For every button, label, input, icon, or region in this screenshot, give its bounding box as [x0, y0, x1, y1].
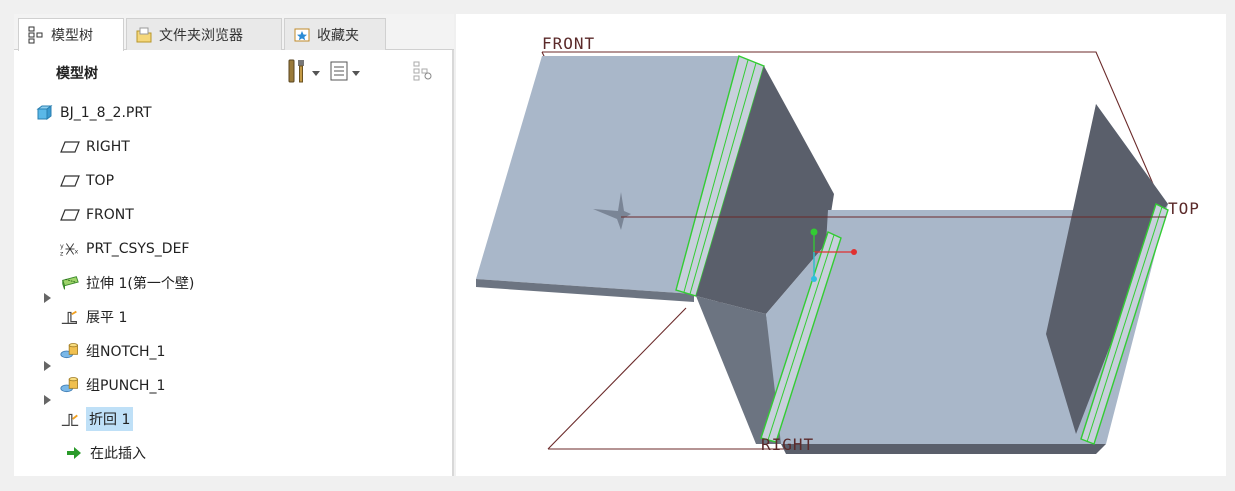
- tree-item-label: 折回 1: [86, 407, 134, 431]
- tree-item-label: 组PUNCH_1: [86, 378, 166, 394]
- tree-item-label: 展平 1: [86, 310, 128, 326]
- tree-title: 模型树: [56, 66, 98, 82]
- tree-item-label: RIGHT: [86, 139, 130, 155]
- tree-item-insert-here[interactable]: 在此插入: [64, 438, 146, 468]
- tree-filter-icon: [412, 60, 434, 86]
- favorites-icon: [293, 26, 311, 44]
- tree-item-csys[interactable]: yz x PRT_CSYS_DEF: [60, 234, 189, 264]
- tree-item-label: TOP: [86, 173, 115, 189]
- datum-label-top[interactable]: TOP: [1168, 199, 1200, 218]
- svg-text:y: y: [60, 243, 64, 250]
- tree-item-label: BJ_1_8_2.PRT: [60, 105, 152, 121]
- datum-label-right[interactable]: RIGHT: [761, 435, 814, 454]
- tree-item-label: 组NOTCH_1: [86, 344, 166, 360]
- graphics-viewport[interactable]: FRONT TOP RIGHT: [456, 14, 1226, 476]
- tree-header: 模型树: [14, 51, 454, 95]
- model-3d-view: [476, 51, 1169, 454]
- tree-item-extrude-wall[interactable]: 拉伸 1(第一个壁): [60, 268, 194, 298]
- chevron-down-icon: [312, 70, 320, 76]
- bottom-lip: [781, 444, 1106, 454]
- tree-item-label: 在此插入: [90, 446, 146, 462]
- svg-text:z: z: [60, 250, 64, 257]
- tree-item-right[interactable]: RIGHT: [60, 132, 130, 162]
- expand-arrow-icon[interactable]: [44, 395, 51, 405]
- tree-item-label: FRONT: [86, 207, 134, 223]
- tree-settings-button[interactable]: [286, 59, 320, 87]
- tab-model-tree[interactable]: 模型树: [18, 18, 124, 51]
- tools-icon: [286, 58, 308, 88]
- insert-here-icon: [64, 444, 84, 462]
- tab-label: 模型树: [51, 28, 93, 44]
- tree-filter-button[interactable]: [412, 59, 434, 87]
- tree-item-group-punch[interactable]: 组PUNCH_1: [60, 370, 165, 400]
- datum-plane-icon: [60, 206, 80, 224]
- tab-label: 文件夹浏览器: [159, 27, 243, 44]
- model-tree-icon: [27, 26, 45, 44]
- tree-item-unbend[interactable]: 展平 1: [60, 302, 127, 332]
- tree-show-button[interactable]: [330, 59, 360, 87]
- navigator-panel: 模型树 文件夹浏览器 收藏夹 模型树 BJ_1_8_2.PRT RIGHT TO…: [14, 14, 454, 476]
- csys-icon: yz x: [60, 240, 80, 258]
- tab-folder-browser[interactable]: 文件夹浏览器: [126, 18, 282, 50]
- datum-plane-edge: [547, 307, 687, 450]
- svg-text:x: x: [75, 249, 79, 256]
- tree-item-part[interactable]: BJ_1_8_2.PRT: [34, 98, 152, 128]
- datum-plane-icon: [60, 138, 80, 156]
- group-icon: [60, 342, 80, 360]
- unbend-icon: [60, 308, 80, 326]
- group-icon: [60, 376, 80, 394]
- bend-back-icon: [60, 410, 80, 428]
- part-icon: [34, 104, 54, 122]
- tree-item-front[interactable]: FRONT: [60, 200, 134, 230]
- expand-arrow-icon[interactable]: [44, 293, 51, 303]
- list-icon: [330, 61, 348, 85]
- chevron-down-icon: [352, 70, 360, 76]
- app-window: 模型树 文件夹浏览器 收藏夹 模型树 BJ_1_8_2.PRT RIGHT TO…: [0, 0, 1235, 491]
- tree-item-group-notch[interactable]: 组NOTCH_1: [60, 336, 165, 366]
- datum-label-front[interactable]: FRONT: [542, 34, 595, 53]
- tab-label: 收藏夹: [317, 27, 359, 44]
- extrude-wall-icon: [60, 274, 80, 292]
- expand-arrow-icon[interactable]: [44, 361, 51, 371]
- tab-favorites[interactable]: 收藏夹: [284, 18, 386, 50]
- tree-item-top[interactable]: TOP: [60, 166, 114, 196]
- tree-item-bend-back[interactable]: 折回 1: [60, 404, 134, 434]
- folder-browser-icon: [135, 26, 153, 44]
- navigator-tabs: 模型树 文件夹浏览器 收藏夹: [14, 14, 454, 51]
- datum-plane-icon: [60, 172, 80, 190]
- tree-item-label: PRT_CSYS_DEF: [86, 241, 190, 257]
- tree-item-label: 拉伸 1(第一个壁): [86, 276, 195, 292]
